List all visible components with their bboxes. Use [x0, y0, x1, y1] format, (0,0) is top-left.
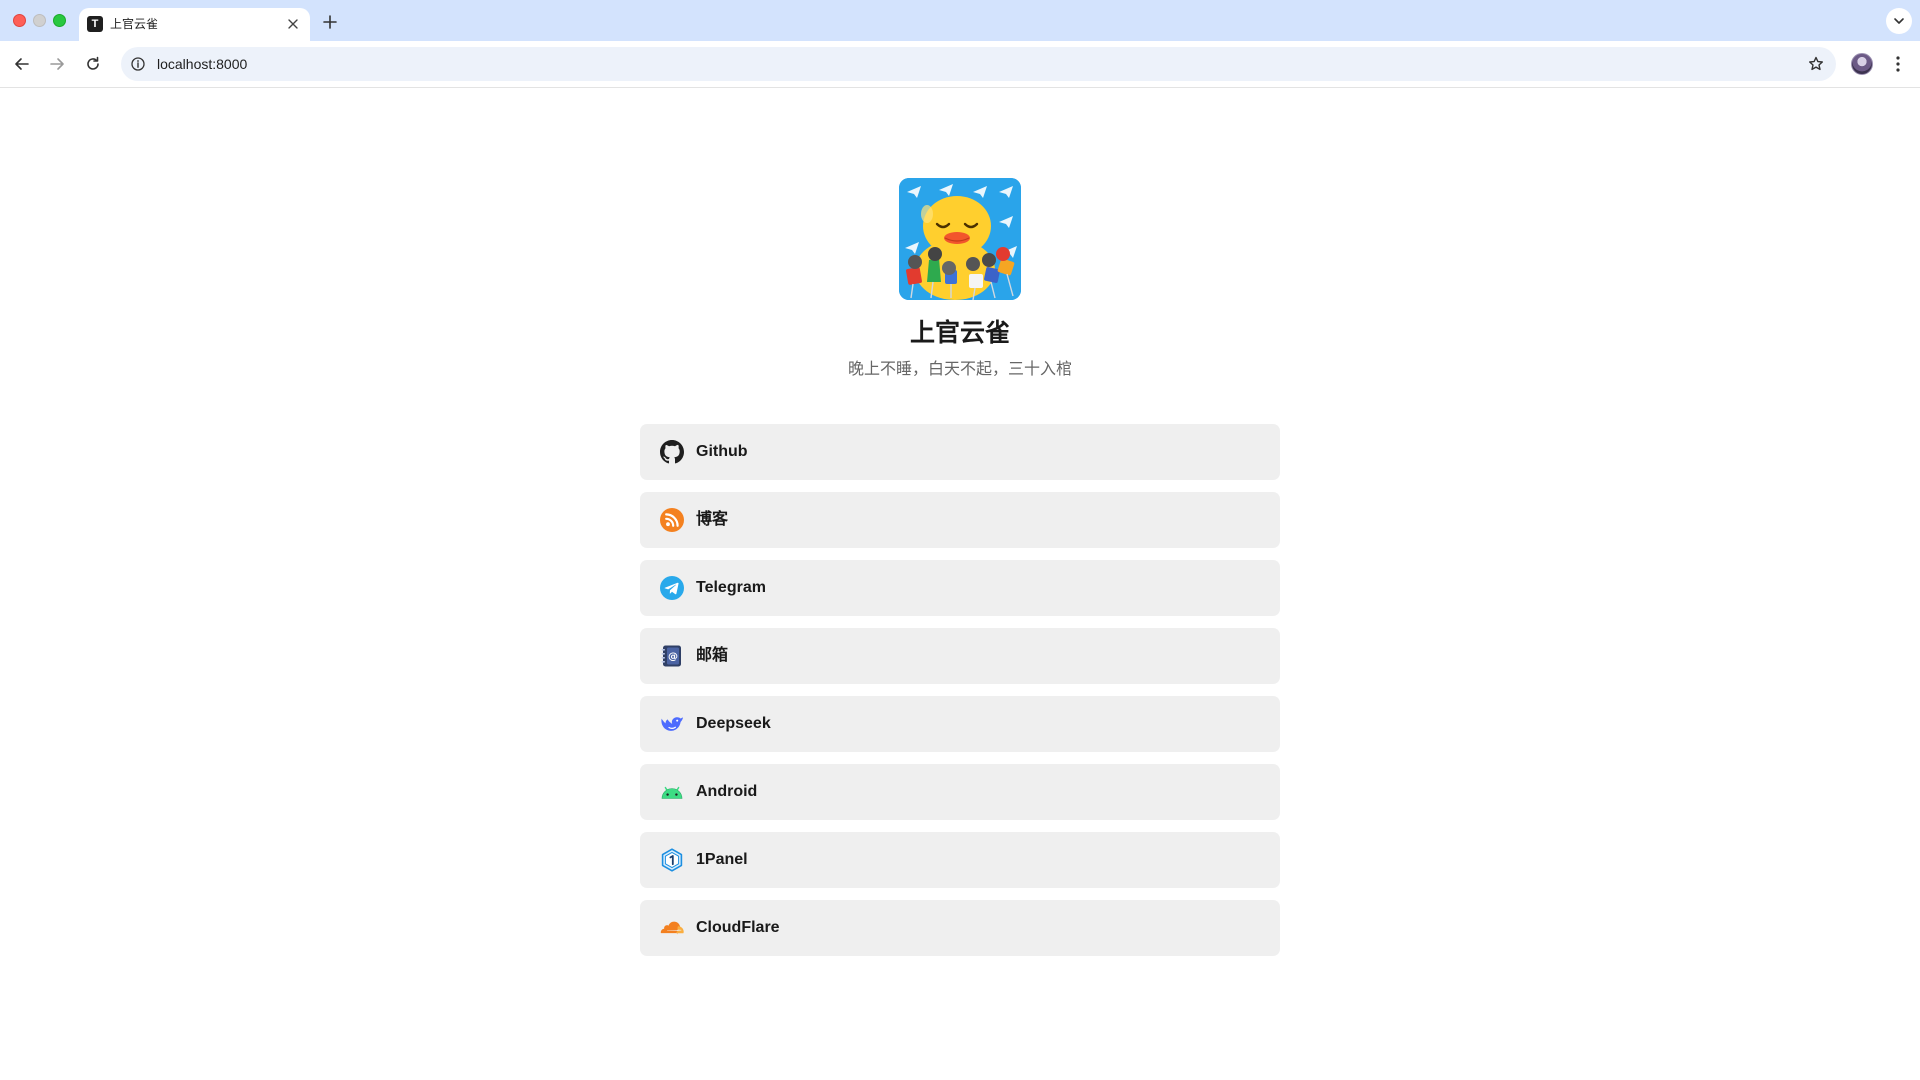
- link-deepseek[interactable]: Deepseek: [640, 696, 1280, 752]
- 1panel-icon: [660, 848, 684, 872]
- android-icon: [660, 780, 684, 804]
- kebab-menu-icon[interactable]: [1888, 53, 1908, 75]
- link-label-cloudflare: CloudFlare: [696, 919, 780, 936]
- profile-name: 上官云雀: [909, 319, 1010, 347]
- github-icon: [660, 440, 684, 464]
- url-text[interactable]: localhost:8000: [157, 55, 247, 73]
- link-telegram[interactable]: Telegram: [640, 560, 1280, 616]
- link-1panel[interactable]: 1Panel: [640, 832, 1280, 888]
- link-android[interactable]: Android: [640, 764, 1280, 820]
- link-blog[interactable]: 博客: [640, 492, 1280, 548]
- link-label-telegram: Telegram: [696, 579, 766, 596]
- profile-avatar[interactable]: [1851, 53, 1873, 75]
- window-close-button[interactable]: [13, 14, 26, 27]
- browser-tab[interactable]: T 上官云雀: [79, 8, 310, 41]
- profile-avatar-duck-image: [899, 178, 1021, 300]
- page-content: 上官云雀 晚上不睡，白天不起，三十入棺 Github 博客 Telegram @: [0, 88, 1920, 1080]
- address-bar[interactable]: localhost:8000: [121, 47, 1836, 81]
- tab-favicon-icon: T: [87, 16, 103, 32]
- back-arrow-icon[interactable]: [9, 51, 35, 77]
- link-github[interactable]: Github: [640, 424, 1280, 480]
- link-list: Github 博客 Telegram @ 邮箱 Deepseek Android…: [640, 424, 1280, 968]
- tab-search-chevron-icon[interactable]: [1886, 8, 1912, 34]
- browser-toolbar: localhost:8000: [0, 41, 1920, 88]
- link-label-1panel: 1Panel: [696, 851, 748, 868]
- link-label-blog: 博客: [696, 511, 729, 528]
- rss-icon: [660, 508, 684, 532]
- link-label-android: Android: [696, 783, 758, 800]
- bookmark-star-icon[interactable]: [1806, 54, 1826, 74]
- link-label-deepseek: Deepseek: [696, 715, 771, 732]
- tab-title: 上官云雀: [110, 17, 159, 31]
- link-label-github: Github: [696, 443, 748, 460]
- cloudflare-icon: [660, 916, 684, 940]
- window-minimize-button[interactable]: [33, 14, 46, 27]
- svg-text:@: @: [668, 652, 678, 663]
- window-maximize-button[interactable]: [53, 14, 66, 27]
- new-tab-plus-icon[interactable]: [318, 10, 342, 34]
- telegram-icon: [660, 576, 684, 600]
- link-email[interactable]: @ 邮箱: [640, 628, 1280, 684]
- forward-arrow-icon[interactable]: [44, 51, 70, 77]
- link-cloudflare[interactable]: CloudFlare: [640, 900, 1280, 956]
- profile-bio: 晚上不睡，白天不起，三十入棺: [847, 361, 1072, 378]
- site-info-icon[interactable]: [129, 55, 147, 73]
- deepseek-whale-icon: [660, 712, 684, 736]
- address-book-icon: @: [660, 644, 684, 668]
- browser-tab-strip: T 上官云雀: [0, 0, 1920, 41]
- link-label-email: 邮箱: [696, 647, 729, 664]
- tab-close-icon[interactable]: [284, 15, 302, 33]
- reload-icon[interactable]: [80, 51, 106, 77]
